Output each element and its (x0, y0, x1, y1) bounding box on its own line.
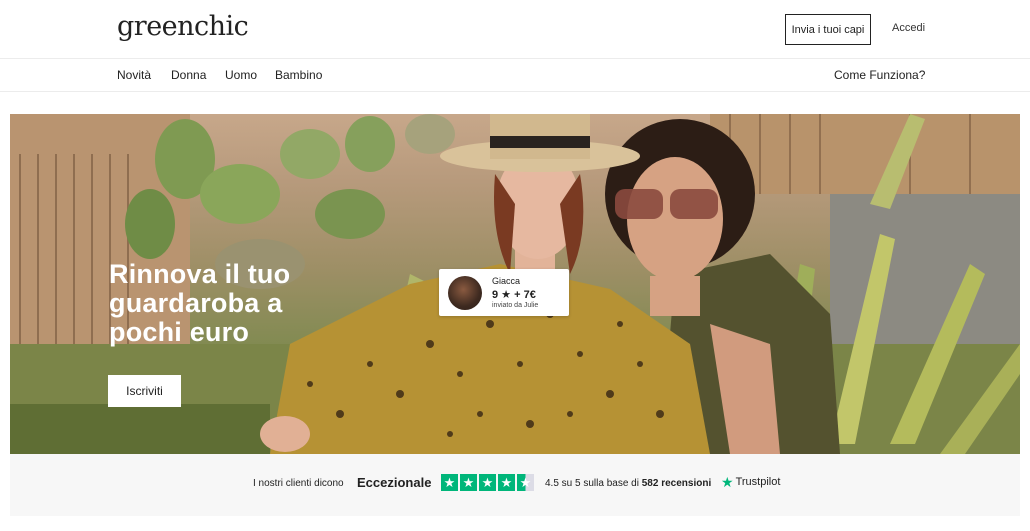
login-link[interactable]: Accedi (892, 22, 925, 34)
item-card[interactable]: Giacca 9 ★ + 7€ inviato da Julie (439, 269, 569, 316)
trust-intro: I nostri clienti dicono (253, 478, 344, 489)
main-nav: Novità Donna Uomo Bambino Come Funziona? (0, 59, 1030, 92)
trust-stars: ★ ★ ★ ★ ★ (441, 474, 534, 491)
nav-item-bambino[interactable]: Bambino (275, 68, 322, 82)
nav-item-uomo[interactable]: Uomo (225, 68, 257, 82)
hero-banner: Rinnova il tuo guardaroba a pochi euro I… (10, 114, 1020, 454)
item-price: 9 ★ + 7€ (492, 289, 536, 301)
trustpilot-brand: Trustpilot (735, 476, 781, 488)
top-header: greenchic Invia i tuoi capi Accedi (0, 0, 1030, 59)
item-sender: inviato da Julie (492, 302, 539, 309)
trust-rating-word: Eccezionale (357, 475, 432, 490)
trustpilot-logo[interactable]: ★ Trustpilot (721, 475, 780, 489)
sender-avatar (448, 276, 482, 310)
score-prefix: 4.5 su 5 sulla base di (545, 478, 639, 489)
nav-item-novita[interactable]: Novità (117, 68, 151, 82)
send-clothes-button[interactable]: Invia i tuoi capi (785, 14, 871, 45)
star-icon: ★ (441, 474, 458, 491)
trustpilot-star-icon: ★ (721, 474, 734, 490)
hero-headline: Rinnova il tuo guardaroba a pochi euro (109, 259, 291, 347)
nav-item-donna[interactable]: Donna (171, 68, 206, 82)
greenchic-logo[interactable]: greenchic (117, 11, 249, 42)
star-icon: ★ (498, 474, 515, 491)
item-name: Giacca (492, 276, 521, 286)
signup-button[interactable]: Iscriviti (108, 375, 181, 407)
trust-score: 4.5 su 5 sulla base di 582 recensioni (545, 478, 711, 489)
star-icon: ★ (460, 474, 477, 491)
half-star-icon: ★ (517, 474, 534, 491)
star-icon: ★ (479, 474, 496, 491)
how-it-works-link[interactable]: Come Funziona? (834, 68, 925, 82)
trustpilot-bar[interactable]: I nostri clienti dicono Eccezionale ★ ★ … (10, 454, 1020, 516)
review-count: 582 recensioni (641, 478, 712, 489)
